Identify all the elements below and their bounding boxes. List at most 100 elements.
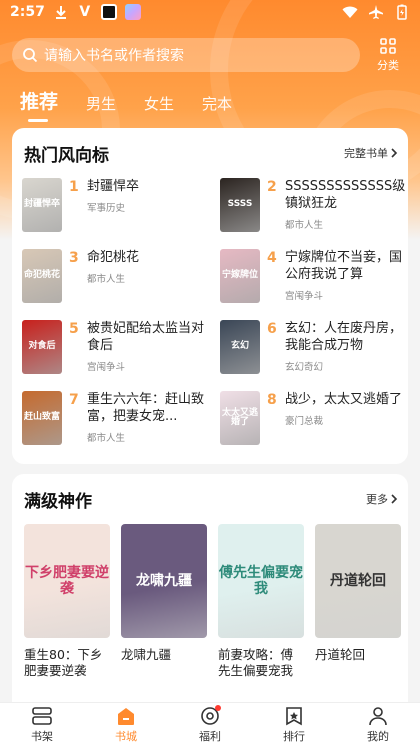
book-genre: 都市人生 — [285, 220, 324, 231]
rank-item[interactable]: 赶山致富 7 重生六六年：赶山致富，把妻女宠... 都市人生 — [22, 391, 212, 447]
book-cover: 命犯桃花 — [22, 249, 62, 303]
nav-bookshelf[interactable]: 书架 — [7, 706, 77, 744]
airplane-mode-icon — [368, 4, 384, 20]
rank-info: 封疆悍卒 军事历史 — [87, 178, 209, 234]
rank-item[interactable]: 命犯桃花 3 命犯桃花 都市人生 — [22, 249, 212, 305]
book-cover: 封疆悍卒 — [22, 178, 62, 232]
tab-recommend[interactable]: 推荐 — [20, 87, 58, 122]
cover-title: 赶山致富 — [23, 412, 60, 423]
book-genre: 宫闱争斗 — [285, 291, 324, 302]
rank-item[interactable]: 宁嫁牌位 4 宁嫁牌位不当妾，国公府我说了算 宫闱争斗 — [220, 249, 410, 305]
nav-profile[interactable]: 我的 — [343, 706, 413, 744]
search-row: 请输入书名或作者搜索 分类 — [12, 38, 408, 72]
book-title: SSSSSSSSSSSSS级镇狱狂龙 — [285, 179, 406, 211]
cover-title: 丹道轮回 — [330, 572, 386, 589]
wifi-icon — [342, 4, 358, 20]
rank-info: 宁嫁牌位不当妾，国公府我说了算 宫闱争斗 — [285, 249, 407, 305]
rank-number: 8 — [267, 392, 277, 408]
full-booklist-link[interactable]: 完整书单 — [344, 145, 398, 161]
nav-label: 我的 — [367, 730, 389, 743]
category-grid-icon — [379, 37, 397, 55]
rank-info: 玄幻：人在废丹房，我能合成万物玄幻奇幻 — [285, 320, 407, 376]
book-cover: 对食后 — [22, 320, 62, 374]
cover-title: 对食后 — [28, 341, 56, 352]
book-card[interactable]: 丹道轮回 丹道轮回 — [315, 524, 401, 679]
book-card[interactable]: 下乡肥妻要逆袭 重生80：下乡肥妻要逆袭 — [24, 524, 110, 679]
tab-finished[interactable]: 完本 — [202, 93, 232, 114]
rank-info: 命犯桃花 都市人生 — [87, 249, 209, 305]
book-card[interactable]: 傅先生偏要宠我 前妻攻略：傅先生偏要宠我 — [218, 524, 304, 679]
status-time: 2:57 — [10, 4, 45, 20]
book-cover: 宁嫁牌位 — [220, 249, 260, 303]
battery-icon — [394, 4, 410, 20]
rank-item[interactable]: SSSS 2 SSSSSSSSSSSSS级镇狱狂龙都市人生 — [220, 178, 410, 234]
rank-info: SSSSSSSSSSSSS级镇狱狂龙都市人生 — [285, 178, 407, 234]
rank-item[interactable]: 玄幻 6 玄幻：人在废丹房，我能合成万物玄幻奇幻 — [220, 320, 410, 376]
hot-trends-header: 热门风向标 完整书单 — [12, 128, 408, 178]
tab-female[interactable]: 女生 — [144, 93, 174, 114]
book-title: 玄幻：人在废丹房，我能合成万物 — [285, 321, 403, 353]
book-cover: 龙啸九疆 — [121, 524, 207, 638]
rank-info: 被贵妃配给太监当对食后宫闱争斗 — [87, 320, 209, 376]
top-works-header: 满级神作 更多 — [12, 474, 408, 524]
ranking-icon — [283, 706, 305, 726]
rank-item[interactable]: 太太又逃婚了 8 战少，太太又逃婚了 豪门总裁 — [220, 391, 410, 447]
book-genre: 玄幻奇幻 — [285, 362, 324, 373]
section-title: 满级神作 — [24, 491, 92, 512]
book-title: 被贵妃配给太监当对食后 — [87, 321, 205, 353]
book-title: 命犯桃花 — [87, 250, 140, 265]
cover-title: 玄幻 — [230, 341, 249, 352]
rank-number: 7 — [69, 392, 79, 408]
tab-male[interactable]: 男生 — [86, 93, 116, 114]
book-genre: 都市人生 — [87, 433, 126, 444]
nav-welfare[interactable]: 福利 — [175, 705, 245, 744]
book-title: 前妻攻略：傅先生偏要宠我 — [218, 647, 294, 678]
book-cover: 玄幻 — [220, 320, 260, 374]
rank-item[interactable]: 对食后 5 被贵妃配给太监当对食后宫闱争斗 — [22, 320, 212, 376]
rank-number: 2 — [267, 179, 277, 195]
cover-title: 龙啸九疆 — [136, 572, 192, 589]
status-bar: 2:57 V — [0, 0, 420, 24]
book-cover: SSSS — [220, 178, 260, 232]
chevron-right-icon — [390, 148, 398, 158]
book-title: 重生80：下乡肥妻要逆袭 — [24, 647, 103, 678]
cover-title: 下乡肥妻要逆袭 — [25, 564, 109, 597]
search-icon — [22, 47, 38, 63]
book-title: 龙啸九疆 — [121, 647, 172, 662]
category-button[interactable]: 分类 — [368, 37, 408, 73]
nav-ranking[interactable]: 排行 — [259, 706, 329, 744]
chevron-right-icon — [390, 494, 398, 504]
hot-rank-list: 封疆悍卒 1 封疆悍卒 军事历史 SSSS 2 SSSSSSSSSSSSS级镇狱狂龙都市人生… — [12, 178, 408, 468]
book-genre: 宫闱争斗 — [87, 362, 126, 373]
cover-title: 傅先生偏要宠我 — [219, 564, 303, 597]
profile-icon — [367, 706, 389, 726]
v-app-icon: V — [79, 4, 91, 20]
more-link[interactable]: 更多 — [366, 491, 398, 507]
cover-title: SSSS — [227, 199, 253, 210]
rank-number: 5 — [69, 321, 79, 337]
book-cover: 赶山致富 — [22, 391, 62, 445]
bookstore-icon — [115, 706, 137, 726]
book-card[interactable]: 龙啸九疆 龙啸九疆 — [121, 524, 207, 679]
category-label: 分类 — [377, 59, 399, 72]
search-input[interactable]: 请输入书名或作者搜索 — [12, 38, 360, 72]
cover-title: 命犯桃花 — [23, 270, 60, 281]
rank-item[interactable]: 封疆悍卒 1 封疆悍卒 军事历史 — [22, 178, 212, 234]
rank-number: 1 — [69, 179, 79, 195]
book-genre: 都市人生 — [87, 274, 126, 285]
notification-dot — [215, 705, 221, 711]
book-title: 封疆悍卒 — [87, 179, 140, 194]
cover-title: 太太又逃婚了 — [221, 407, 258, 427]
camera-app-icon — [100, 4, 117, 20]
top-works-card: 满级神作 更多 下乡肥妻要逆袭 重生80：下乡肥妻要逆袭 龙啸九疆 龙啸九疆 傅先生偏要… — [12, 474, 408, 714]
nav-label: 排行 — [283, 730, 305, 743]
cover-title: 封疆悍卒 — [23, 199, 60, 210]
rank-number: 3 — [69, 250, 79, 266]
rank-number: 4 — [267, 250, 277, 266]
gallery-app-icon — [124, 4, 141, 20]
nav-bookstore[interactable]: 书城 — [91, 706, 161, 744]
search-placeholder: 请输入书名或作者搜索 — [44, 48, 184, 64]
top-works-list: 下乡肥妻要逆袭 重生80：下乡肥妻要逆袭 龙啸九疆 龙啸九疆 傅先生偏要宠我 前妻攻略：傅… — [12, 524, 408, 679]
bookshelf-icon — [31, 706, 53, 726]
rank-number: 6 — [267, 321, 277, 337]
